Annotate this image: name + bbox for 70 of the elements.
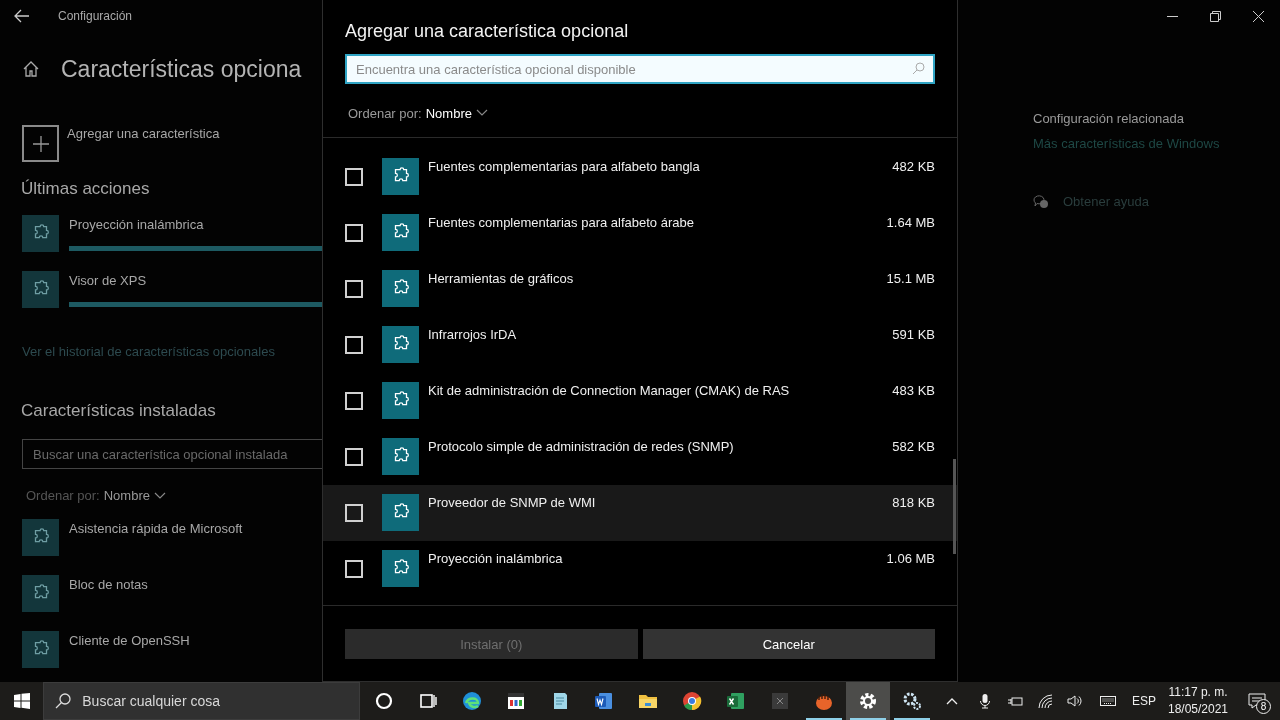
hovered-row[interactable]: Proveedor de SNMP de WMI 818 KB xyxy=(323,485,957,541)
section-heading: Últimas acciones xyxy=(20,179,151,199)
checkbox[interactable] xyxy=(345,560,363,578)
restore-icon[interactable] xyxy=(1210,10,1221,22)
feature-name: Kit de administración de Connection Manager (CMAK) de RAS xyxy=(428,383,791,398)
wifi-icon[interactable] xyxy=(1037,693,1053,709)
sort-dropdown[interactable]: Nombre xyxy=(103,488,150,503)
keyboard-icon[interactable] xyxy=(1097,693,1119,709)
help-chat-icon[interactable] xyxy=(1033,193,1049,209)
feature-name: Proveedor de SNMP de WMI xyxy=(428,495,597,510)
search-field[interactable]: Buscar una característica opcional instalada xyxy=(22,439,322,469)
microphone-icon[interactable] xyxy=(977,693,993,709)
taskbar-search-field[interactable]: Buscar cualquier cosa xyxy=(43,682,360,720)
close-icon[interactable] xyxy=(1253,10,1264,22)
add-feature-label[interactable]: Agregar una característica xyxy=(67,125,220,162)
speaker-icon[interactable] xyxy=(1067,693,1083,709)
add-button[interactable] xyxy=(22,125,59,162)
notification-count: 8 xyxy=(1256,699,1271,714)
feature-name[interactable]: Bloc de notas xyxy=(69,575,148,631)
page-title: Características opciona xyxy=(61,55,302,83)
home-icon[interactable] xyxy=(22,60,40,78)
plus-icon xyxy=(32,135,49,152)
clock-time[interactable]: 11:17 p. m. xyxy=(1168,684,1228,701)
browser-icon xyxy=(680,689,704,713)
feature-name: Proyección inalámbrica xyxy=(69,216,205,232)
section-heading: Características instaladas xyxy=(20,401,217,421)
window-title: Configuración xyxy=(58,9,133,23)
checkbox[interactable] xyxy=(345,168,363,186)
feature-size: 591 KB xyxy=(892,327,935,342)
feature-name: Fuentes complementarias para alfabeto bangla xyxy=(428,159,701,174)
feature-size: 482 KB xyxy=(892,159,935,174)
feature-name: Protocolo simple de administración de redes (SNMP) xyxy=(428,439,735,454)
section-heading: Configuración relacionada xyxy=(1033,111,1186,126)
start-icon[interactable] xyxy=(13,693,30,709)
chevron-down-icon[interactable] xyxy=(475,109,488,117)
feature-name: Proyección inalámbrica xyxy=(428,551,564,566)
sort-label: Ordenar por: xyxy=(348,105,422,121)
feature-name[interactable]: Asistencia rápida de Microsoft xyxy=(69,519,243,575)
feature-name: Infrarrojos IrDA xyxy=(428,327,518,342)
taskbar-button[interactable] xyxy=(846,682,890,720)
dialog-title: Agregar una característica opcional xyxy=(345,21,630,42)
checkbox[interactable] xyxy=(345,448,363,466)
feature-name[interactable]: Cliente de OpenSSH xyxy=(69,631,190,682)
sort-dropdown[interactable]: Nombre xyxy=(425,105,472,121)
feature-size: 1.06 MB xyxy=(886,551,935,566)
checkbox[interactable] xyxy=(345,392,363,410)
feature-size: 582 KB xyxy=(892,439,935,454)
scrollbar-thumb[interactable] xyxy=(953,459,956,554)
feature-size: 15.1 MB xyxy=(886,271,935,286)
search-icon xyxy=(912,62,925,75)
sort-label: Ordenar por: xyxy=(26,488,100,503)
back-arrow-icon[interactable] xyxy=(14,9,30,23)
cancel-button[interactable]: Cancelar xyxy=(642,629,935,659)
notification-icon[interactable] xyxy=(1248,692,1266,710)
checkbox[interactable] xyxy=(345,336,363,354)
feature-name: Fuentes complementarias para alfabeto árabe xyxy=(428,215,695,230)
clock-date[interactable]: 18/05/2021 xyxy=(1167,701,1229,718)
search-field[interactable]: Encuentra una característica opcional disponible xyxy=(345,54,935,84)
checkbox[interactable] xyxy=(345,280,363,298)
feature-size: 1.64 MB xyxy=(886,215,935,230)
feature-size: 483 KB xyxy=(892,383,935,398)
chevron-down-icon[interactable] xyxy=(153,491,166,500)
language-indicator[interactable]: ESP xyxy=(1126,694,1162,708)
checkbox[interactable] xyxy=(345,224,363,242)
feature-name: Herramientas de gráficos xyxy=(428,271,575,286)
search-icon xyxy=(55,693,72,709)
browser-icon xyxy=(460,689,484,713)
feature-name: Visor de XPS xyxy=(69,272,148,288)
feature-size: 818 KB xyxy=(892,495,935,510)
checkbox[interactable] xyxy=(345,504,363,522)
